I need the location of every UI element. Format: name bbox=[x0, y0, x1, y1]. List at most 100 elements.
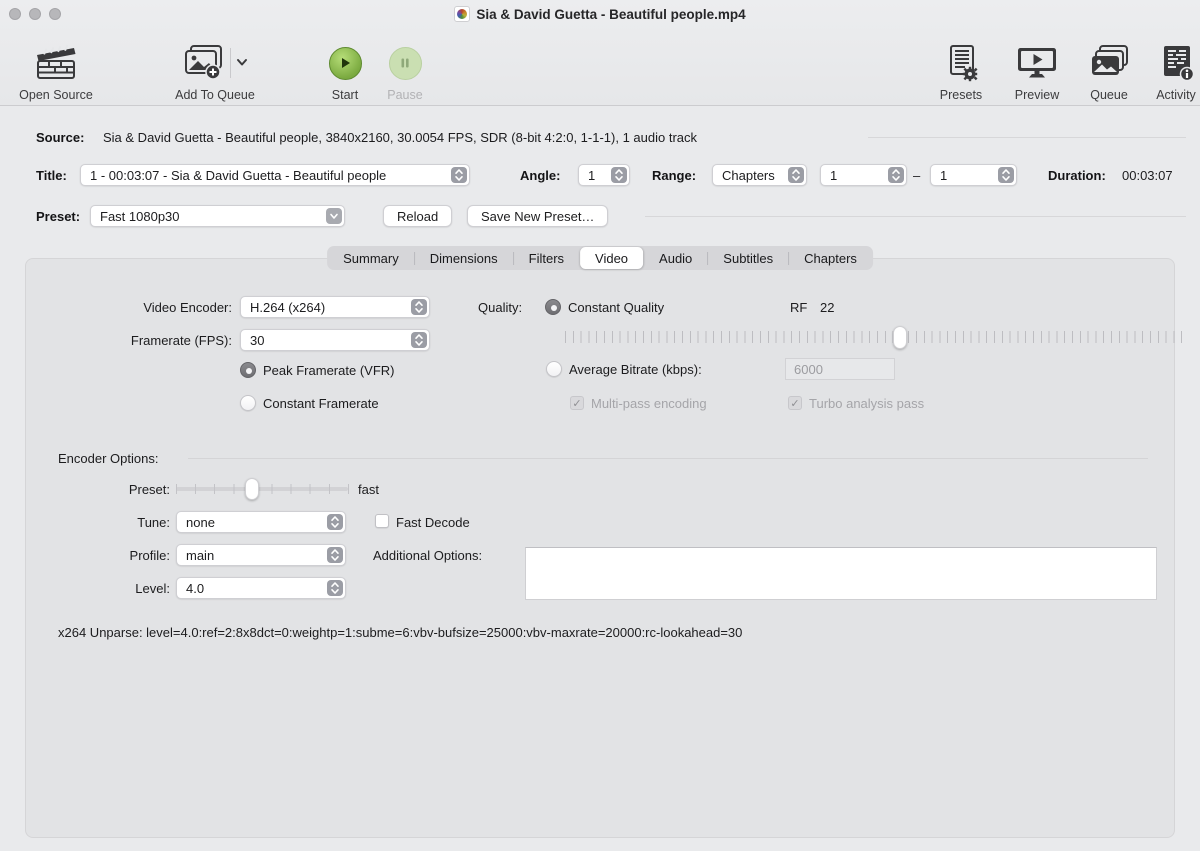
tab-chapters[interactable]: Chapters bbox=[789, 247, 872, 269]
x264-preset-label: Preset: bbox=[60, 482, 170, 497]
document-gear-icon bbox=[941, 40, 981, 86]
toolbar-separator bbox=[230, 48, 231, 78]
duration-label: Duration: bbox=[1048, 168, 1106, 183]
average-bitrate-label: Average Bitrate (kbps): bbox=[569, 362, 702, 377]
preview-button[interactable]: Preview bbox=[1005, 32, 1069, 102]
tab-audio[interactable]: Audio bbox=[644, 247, 707, 269]
framerate-label: Framerate (FPS): bbox=[40, 333, 232, 348]
title-popup[interactable]: 1 - 00:03:07 - Sia & David Guetta - Beau… bbox=[80, 164, 470, 186]
tab-filters[interactable]: Filters bbox=[514, 247, 579, 269]
reload-button[interactable]: Reload bbox=[383, 205, 452, 227]
queue-button[interactable]: Queue bbox=[1081, 32, 1137, 102]
document-info-icon bbox=[1156, 40, 1196, 86]
tune-value: none bbox=[186, 515, 215, 530]
additional-options-textarea[interactable] bbox=[525, 547, 1157, 600]
range-label: Range: bbox=[652, 168, 696, 183]
play-circle-icon bbox=[329, 47, 362, 80]
stepper-icon bbox=[411, 299, 427, 315]
duration-value: 00:03:07 bbox=[1122, 168, 1173, 183]
range-from-popup[interactable]: 1 bbox=[820, 164, 907, 186]
rf-label: RF bbox=[790, 300, 807, 315]
angle-popup[interactable]: 1 bbox=[578, 164, 630, 186]
stepper-icon bbox=[998, 167, 1014, 183]
profile-popup[interactable]: main bbox=[176, 544, 346, 566]
activity-button[interactable]: Activity bbox=[1146, 32, 1200, 102]
preset-popup[interactable]: Fast 1080p30 bbox=[90, 205, 345, 227]
preview-label: Preview bbox=[1015, 88, 1059, 102]
encoder-options-divider bbox=[188, 458, 1148, 459]
stepper-icon bbox=[327, 580, 343, 596]
framerate-value: 30 bbox=[250, 333, 264, 348]
range-to-value: 1 bbox=[940, 168, 947, 183]
preset-label: Preset: bbox=[36, 209, 80, 224]
level-value: 4.0 bbox=[186, 581, 204, 596]
chevron-down-icon[interactable] bbox=[235, 55, 249, 72]
fast-decode-label: Fast Decode bbox=[396, 515, 470, 530]
turbo-label: Turbo analysis pass bbox=[809, 396, 924, 411]
additional-options-label: Additional Options: bbox=[373, 548, 482, 563]
peak-framerate-label: Peak Framerate (VFR) bbox=[263, 363, 394, 378]
angle-label: Angle: bbox=[520, 168, 560, 183]
x264-preset-slider-thumb[interactable] bbox=[245, 478, 259, 500]
multipass-checkbox[interactable]: ✓ bbox=[570, 396, 584, 410]
framerate-popup[interactable]: 30 bbox=[240, 329, 430, 351]
clapperboard-icon bbox=[33, 40, 79, 86]
quality-label: Quality: bbox=[478, 300, 522, 315]
tune-popup[interactable]: none bbox=[176, 511, 346, 533]
stepper-icon bbox=[888, 167, 904, 183]
stepper-icon bbox=[451, 167, 467, 183]
rf-value: 22 bbox=[820, 300, 834, 315]
x264-preset-value: fast bbox=[358, 482, 379, 497]
average-bitrate-radio[interactable] bbox=[546, 361, 562, 377]
stepper-icon bbox=[327, 547, 343, 563]
range-to-popup[interactable]: 1 bbox=[930, 164, 1017, 186]
activity-label: Activity bbox=[1156, 88, 1196, 102]
titlebar[interactable]: Sia & David Guetta - Beautiful people.mp… bbox=[0, 0, 1200, 28]
fast-decode-checkbox[interactable] bbox=[375, 514, 389, 528]
tab-summary[interactable]: Summary bbox=[328, 247, 414, 269]
video-encoder-value: H.264 (x264) bbox=[250, 300, 325, 315]
tab-video[interactable]: Video bbox=[580, 247, 643, 269]
preset-popup-value: Fast 1080p30 bbox=[100, 209, 180, 224]
title-popup-value: 1 - 00:03:07 - Sia & David Guetta - Beau… bbox=[90, 168, 386, 183]
start-label: Start bbox=[332, 88, 358, 102]
tab-dimensions[interactable]: Dimensions bbox=[415, 247, 513, 269]
open-source-button[interactable]: Open Source bbox=[6, 32, 106, 102]
window-title-text: Sia & David Guetta - Beautiful people.mp… bbox=[476, 7, 745, 22]
source-value: Sia & David Guetta - Beautiful people, 3… bbox=[103, 130, 697, 145]
pause-button[interactable]: Pause bbox=[377, 32, 433, 102]
profile-value: main bbox=[186, 548, 214, 563]
handbrake-window: Sia & David Guetta - Beautiful people.mp… bbox=[0, 0, 1200, 851]
rf-quality-slider[interactable] bbox=[565, 331, 1185, 343]
constant-quality-radio[interactable] bbox=[545, 299, 561, 315]
constant-framerate-label: Constant Framerate bbox=[263, 396, 379, 411]
range-type-value: Chapters bbox=[722, 168, 775, 183]
chevron-down-icon bbox=[326, 208, 342, 224]
start-button[interactable]: Start bbox=[317, 32, 373, 102]
video-encoder-popup[interactable]: H.264 (x264) bbox=[240, 296, 430, 318]
average-bitrate-field[interactable]: 6000 bbox=[785, 358, 895, 380]
pause-circle-icon bbox=[389, 47, 422, 80]
constant-quality-label: Constant Quality bbox=[568, 300, 664, 315]
open-source-label: Open Source bbox=[19, 88, 93, 102]
range-dash: – bbox=[913, 168, 920, 183]
pause-label: Pause bbox=[387, 88, 422, 102]
x264-unparse-text: x264 Unparse: level=4.0:ref=2:8x8dct=0:w… bbox=[58, 625, 742, 640]
profile-label: Profile: bbox=[60, 548, 170, 563]
source-divider bbox=[868, 137, 1186, 138]
rf-slider-thumb[interactable] bbox=[893, 326, 907, 349]
unified-toolbar: Sia & David Guetta - Beautiful people.mp… bbox=[0, 0, 1200, 106]
turbo-checkbox[interactable]: ✓ bbox=[788, 396, 802, 410]
level-popup[interactable]: 4.0 bbox=[176, 577, 346, 599]
stepper-icon bbox=[327, 514, 343, 530]
add-to-queue-label: Add To Queue bbox=[175, 88, 255, 102]
preset-divider bbox=[645, 216, 1186, 217]
range-type-popup[interactable]: Chapters bbox=[712, 164, 807, 186]
save-new-preset-button[interactable]: Save New Preset… bbox=[467, 205, 608, 227]
constant-framerate-radio[interactable] bbox=[240, 395, 256, 411]
tab-subtitles[interactable]: Subtitles bbox=[708, 247, 788, 269]
title-label: Title: bbox=[36, 168, 67, 183]
add-to-queue-button[interactable]: Add To Queue bbox=[160, 32, 270, 102]
presets-button[interactable]: Presets bbox=[931, 32, 991, 102]
peak-framerate-radio[interactable] bbox=[240, 362, 256, 378]
